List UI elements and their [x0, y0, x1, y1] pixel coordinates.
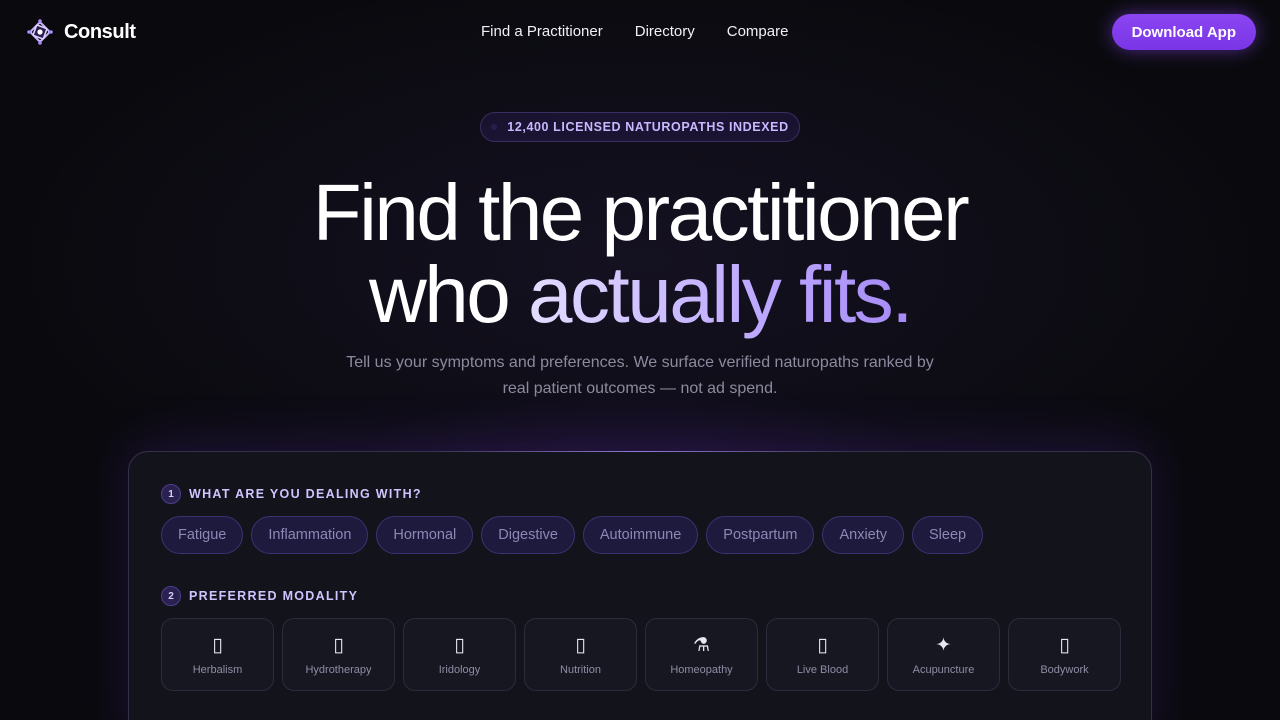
modality-label: Acupuncture	[912, 663, 975, 676]
leaf-icon: ▯	[212, 633, 223, 656]
consult-logo-icon	[27, 19, 53, 45]
nav-link-directory[interactable]: Directory	[635, 22, 695, 42]
step-1-label: 1 WHAT ARE YOU DEALING WITH?	[161, 484, 422, 504]
modality-label: Bodywork	[1040, 663, 1089, 676]
drop-icon: ▯	[817, 633, 828, 656]
modality-acupuncture[interactable]: ✦ Acupuncture	[887, 618, 1000, 691]
chip-autoimmune[interactable]: Autoimmune	[582, 516, 699, 554]
modality-label: Hydrotherapy	[305, 663, 372, 676]
brand-logo-link[interactable]: Consult	[26, 18, 136, 46]
sparkle-icon: ✦	[935, 633, 952, 656]
modality-label: Iridology	[438, 663, 481, 676]
modality-label: Live Blood	[796, 663, 849, 676]
modality-label: Herbalism	[192, 663, 243, 676]
modality-herbalism[interactable]: ▯ Herbalism	[161, 618, 274, 691]
nav-links: Find a Practitioner Directory Compare	[481, 22, 788, 42]
top-nav: Consult Find a Practitioner Directory Co…	[0, 0, 1280, 64]
chip-sleep[interactable]: Sleep	[912, 516, 984, 554]
chip-fatigue[interactable]: Fatigue	[161, 516, 244, 554]
hero-subtext: Tell us your symptoms and preferences. W…	[346, 354, 934, 397]
modality-label: Homeopathy	[670, 663, 733, 676]
search-card: 1 WHAT ARE YOU DEALING WITH? Fatigue Inf…	[128, 451, 1152, 720]
modality-options: ▯ Herbalism ▯ Hydrotherapy ▯ Iridology ▯…	[161, 618, 1121, 691]
modality-label: Nutrition	[560, 663, 601, 676]
chip-postpartum[interactable]: Postpartum	[706, 516, 815, 554]
indexed-count-badge: 12,400 LICENSED NATUROPATHS INDEXED	[480, 112, 800, 142]
symptom-chips: Fatigue Inflammation Hormonal Digestive …	[161, 516, 984, 554]
chip-digestive[interactable]: Digestive	[481, 516, 575, 554]
step-1-number: 1	[161, 484, 181, 504]
nav-link-find-practitioner[interactable]: Find a Practitioner	[481, 22, 603, 42]
modality-homeopathy[interactable]: ⚗ Homeopathy	[645, 618, 758, 691]
eye-icon: ▯	[454, 633, 465, 656]
modality-bodywork[interactable]: ▯ Bodywork	[1008, 618, 1121, 691]
apple-icon: ▯	[575, 633, 586, 656]
modality-nutrition[interactable]: ▯ Nutrition	[524, 618, 637, 691]
chip-anxiety[interactable]: Anxiety	[822, 516, 905, 554]
modality-iridology[interactable]: ▯ Iridology	[403, 618, 516, 691]
badge-dot-icon	[491, 124, 498, 130]
hero-headline: Find the practitioner who actually fits.	[0, 172, 1280, 336]
hand-icon: ▯	[1059, 633, 1070, 656]
badge-text: 12,400 LICENSED NATUROPATHS INDEXED	[507, 120, 789, 134]
modality-hydrotherapy[interactable]: ▯ Hydrotherapy	[282, 618, 395, 691]
nav-link-compare[interactable]: Compare	[727, 22, 789, 42]
brand-name: Consult	[64, 20, 136, 43]
download-app-button[interactable]: Download App	[1111, 14, 1256, 50]
chip-hormonal[interactable]: Hormonal	[376, 516, 474, 554]
modality-live-blood[interactable]: ▯ Live Blood	[766, 618, 879, 691]
headline-accent: actually fits.	[528, 250, 913, 339]
chip-inflammation[interactable]: Inflammation	[251, 516, 369, 554]
flask-icon: ⚗	[692, 633, 711, 656]
step-1-title: WHAT ARE YOU DEALING WITH?	[189, 487, 422, 501]
water-icon: ▯	[333, 633, 344, 656]
step-2-title: PREFERRED MODALITY	[189, 589, 359, 603]
headline-who: who	[369, 250, 529, 339]
step-2-label: 2 PREFERRED MODALITY	[161, 586, 358, 606]
step-2-number: 2	[161, 586, 181, 606]
headline-line-1: Find the practitioner	[312, 168, 970, 257]
